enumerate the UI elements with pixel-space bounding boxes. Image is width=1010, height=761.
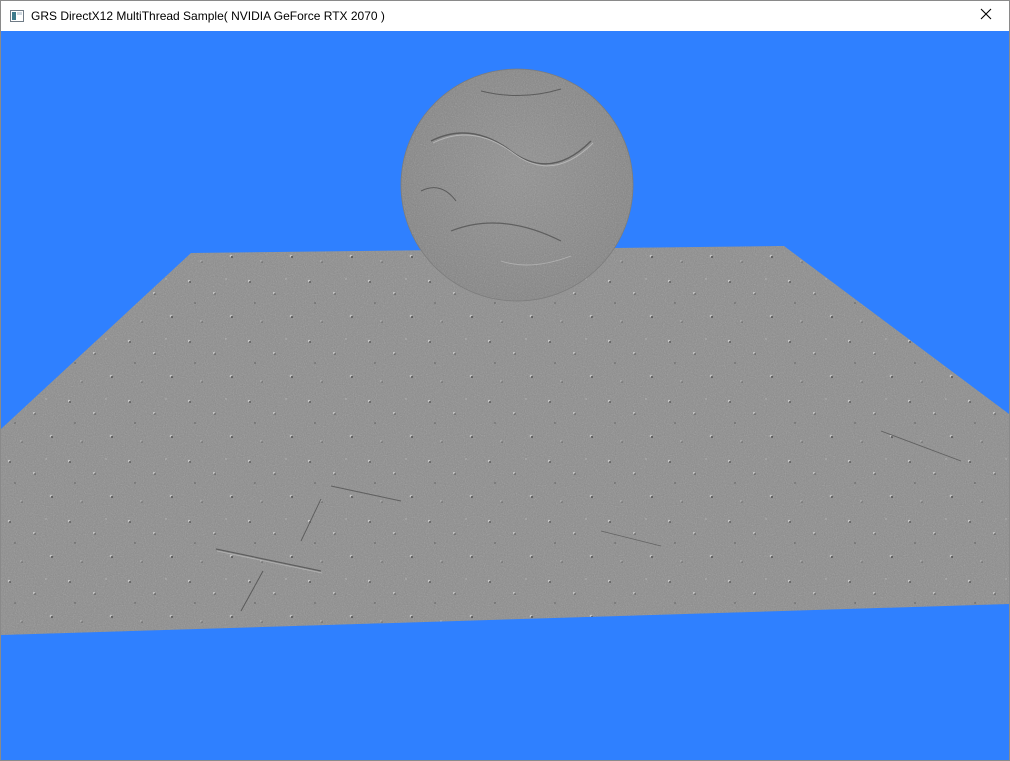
window-title: GRS DirectX12 MultiThread Sample( NVIDIA… — [31, 9, 385, 23]
app-window-icon — [9, 8, 25, 24]
title-bar[interactable]: GRS DirectX12 MultiThread Sample( NVIDIA… — [1, 1, 1009, 31]
scene-canvas — [1, 31, 1009, 760]
app-window: GRS DirectX12 MultiThread Sample( NVIDIA… — [0, 0, 1010, 761]
render-viewport[interactable] — [1, 31, 1009, 760]
close-icon — [980, 7, 992, 25]
textured-sphere — [400, 68, 634, 302]
close-button[interactable] — [963, 1, 1009, 31]
